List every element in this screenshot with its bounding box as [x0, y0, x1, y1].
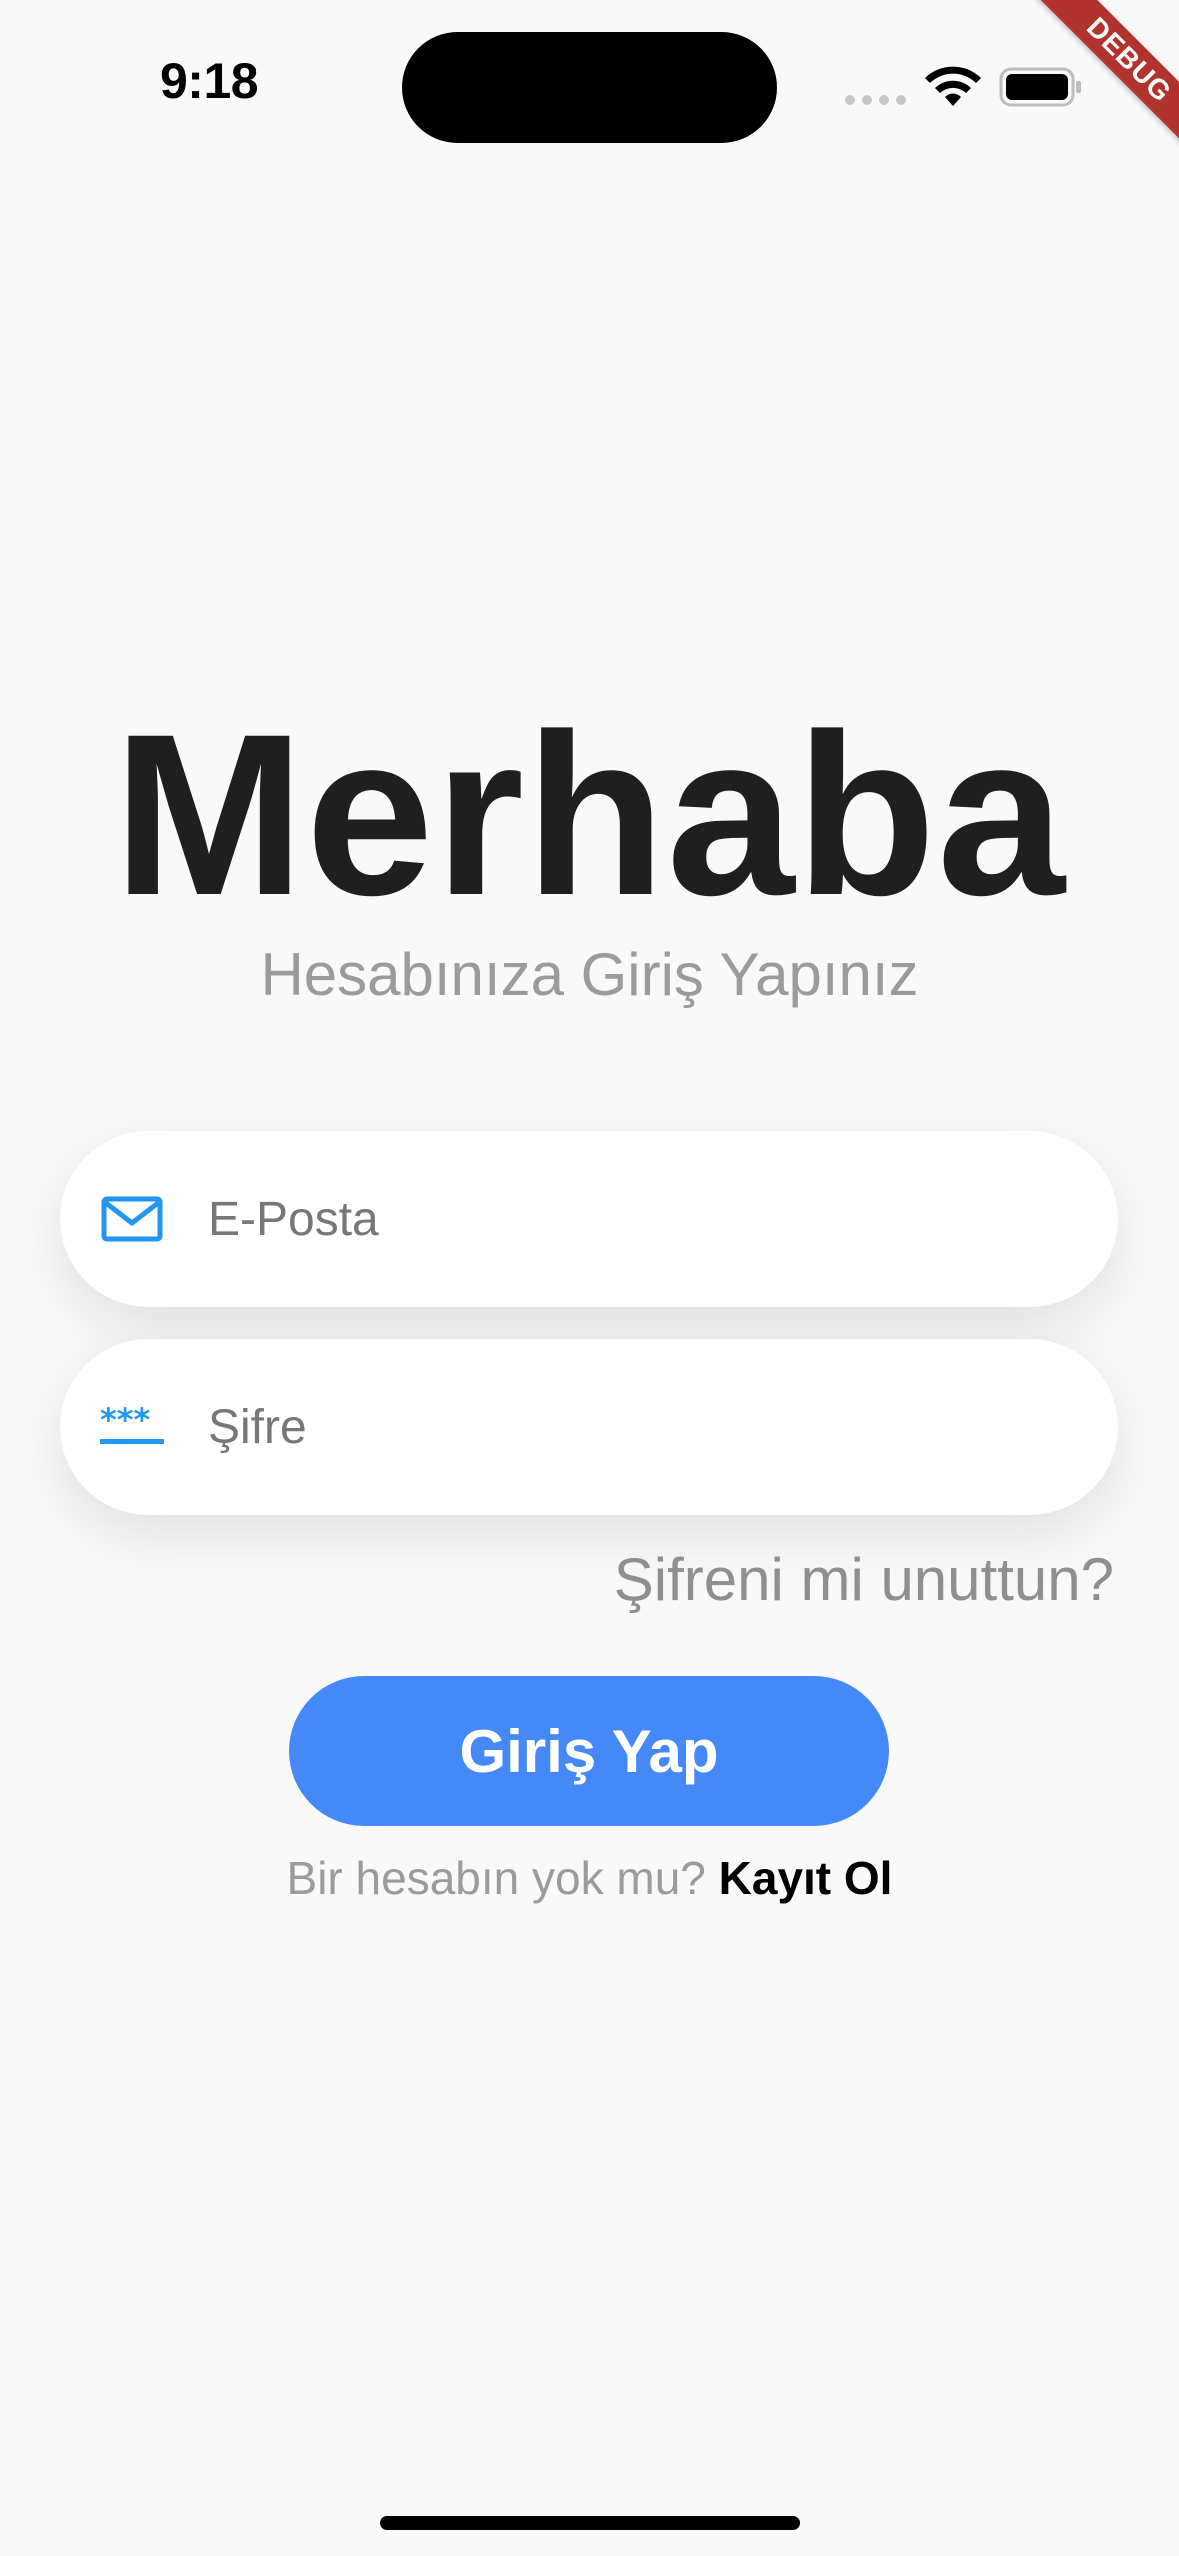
- email-field[interactable]: [206, 1190, 1060, 1248]
- svg-text:***: ***: [100, 1407, 150, 1439]
- password-icon: ***: [100, 1402, 164, 1452]
- battery-icon: [999, 67, 1081, 107]
- page-title: Merhaba: [113, 686, 1066, 943]
- page-subtitle: Hesabınıza Giriş Yapınız: [260, 941, 919, 1008]
- forgot-password-link[interactable]: Şifreni mi unuttun?: [614, 1545, 1114, 1615]
- home-indicator[interactable]: [380, 2516, 800, 2530]
- signup-row: Bir hesabın yok mu? Kayıt Ol: [0, 1850, 1179, 1906]
- dynamic-island: [402, 32, 777, 143]
- mail-icon: [100, 1194, 164, 1244]
- signup-prompt: Bir hesabın yok mu?: [286, 1852, 706, 1904]
- login-button[interactable]: Giriş Yap: [289, 1676, 889, 1826]
- password-field[interactable]: [206, 1398, 1060, 1456]
- status-time: 9:18: [160, 53, 259, 109]
- wifi-icon: [925, 66, 981, 106]
- signup-link[interactable]: Kayıt Ol: [719, 1852, 893, 1904]
- cellular-signal-icon: [845, 95, 906, 105]
- email-field-container[interactable]: [60, 1131, 1118, 1307]
- password-field-container[interactable]: ***: [60, 1339, 1118, 1515]
